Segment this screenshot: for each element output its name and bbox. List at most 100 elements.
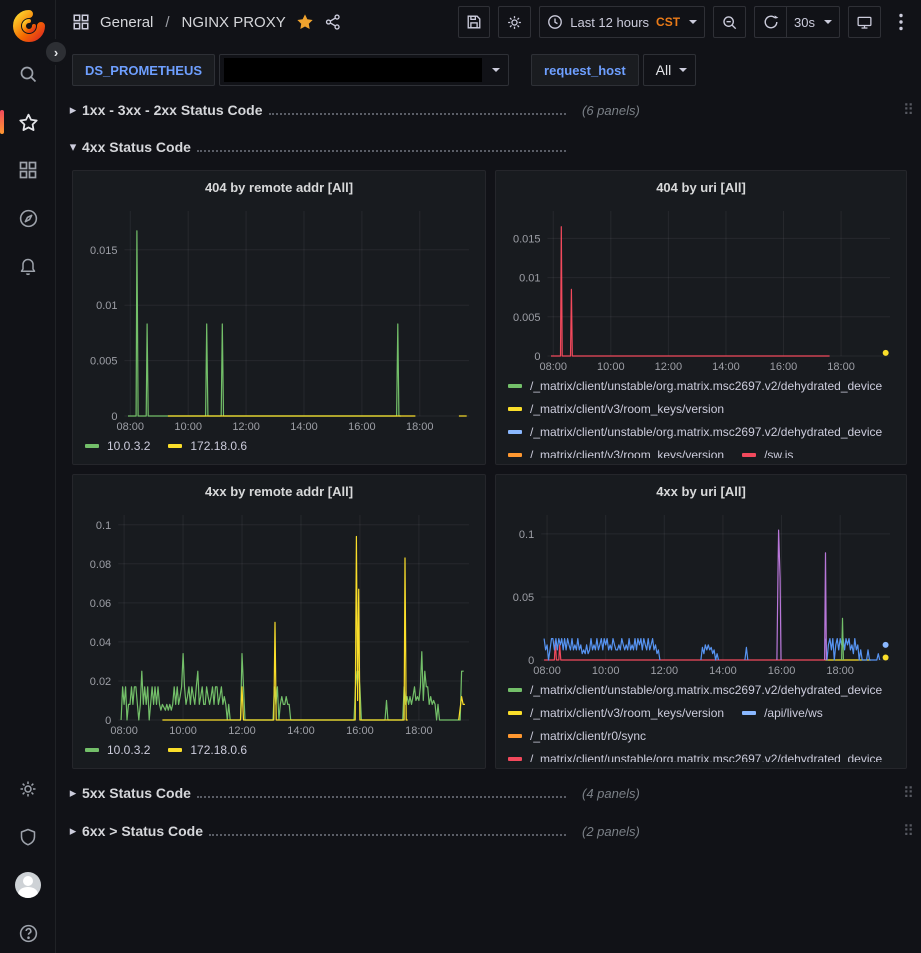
legend-item[interactable]: /api/live/ws [742,706,823,720]
svg-text:0.015: 0.015 [90,245,118,257]
panel-title[interactable]: 4xx by uri [All] [504,481,898,505]
svg-text:16:00: 16:00 [348,421,376,433]
legend-swatch [508,384,522,388]
chevron-right-icon: ▸ [64,785,82,801]
row-dotted-leader [209,834,566,836]
time-range-picker[interactable]: Last 12 hours CST [539,6,705,38]
chevron-right-icon: ▸ [64,823,82,839]
svg-text:0.04: 0.04 [90,637,111,649]
request-host-variable-select[interactable]: All [643,54,697,86]
svg-text:10:00: 10:00 [597,361,625,373]
sidebar: › [0,0,56,953]
starred-icon[interactable] [8,108,48,136]
svg-text:18:00: 18:00 [406,421,434,433]
row-header-6xx[interactable]: ▸ 6xx > Status Code (2 panels) ⠿ [64,817,913,845]
legend-item[interactable]: 10.0.3.2 [85,743,150,757]
legend-swatch [508,757,522,761]
svg-text:14:00: 14:00 [287,725,315,737]
save-dashboard-button[interactable] [458,6,490,38]
row-drag-handle[interactable]: ⠿ [903,822,913,840]
svg-text:08:00: 08:00 [533,665,561,677]
time-series-chart[interactable]: 08:0010:0012:0014:0016:0018:0000.0050.01… [81,201,477,434]
legend-item[interactable]: 10.0.3.2 [85,439,150,453]
legend-item[interactable]: /_matrix/client/unstable/org.matrix.msc2… [508,379,882,393]
panel-title[interactable]: 4xx by remote addr [All] [81,481,477,505]
legend-item[interactable]: 172.18.0.6 [168,439,247,453]
time-series-chart[interactable]: 08:0010:0012:0014:0016:0018:0000.020.040… [81,505,477,738]
request-host-variable-label[interactable]: request_host [531,54,639,86]
alerting-bell-icon[interactable] [8,252,48,280]
dashboard-settings-button[interactable] [498,6,531,38]
chevron-down-icon [679,68,687,72]
row-drag-handle[interactable]: ⠿ [903,784,913,802]
legend-label: 10.0.3.2 [107,439,150,453]
row-panel-count: (2 panels) [582,824,640,839]
favorite-star-icon[interactable] [296,13,314,31]
legend-item[interactable]: 172.18.0.6 [168,743,247,757]
tv-mode-button[interactable] [848,6,881,38]
server-admin-shield-icon[interactable] [8,823,48,851]
svg-text:0.08: 0.08 [90,559,111,571]
legend-label: /_matrix/client/unstable/org.matrix.msc2… [530,752,882,763]
legend-item[interactable]: /_matrix/client/v3/room_keys/version [508,706,724,720]
svg-text:14:00: 14:00 [712,361,740,373]
sidebar-expand-button[interactable]: › [43,39,69,65]
svg-text:0.02: 0.02 [90,676,111,688]
zoom-out-time-button[interactable] [713,6,746,38]
row-header-1xx-3xx-2xx[interactable]: ▸ 1xx - 3xx - 2xx Status Code (6 panels)… [64,96,913,124]
zoom-out-icon [721,14,738,31]
time-series-chart[interactable]: 08:0010:0012:0014:0016:0018:0000.0050.01… [504,201,898,374]
share-icon[interactable] [324,13,342,31]
legend-label: 10.0.3.2 [107,743,150,757]
svg-text:0: 0 [111,411,117,423]
legend-item[interactable]: /_matrix/client/v3/room_keys/version [508,402,724,416]
legend-item[interactable]: /_matrix/client/unstable/org.matrix.msc2… [508,683,882,697]
configuration-gear-icon[interactable] [8,775,48,803]
legend-item[interactable]: /_matrix/client/v3/room_keys/version [508,448,724,459]
legend-item[interactable]: /_matrix/client/unstable/org.matrix.msc2… [508,425,882,439]
time-series-chart[interactable]: 08:0010:0012:0014:0016:0018:0000.050.1 [504,505,898,678]
breadcrumb-section[interactable]: General [100,14,153,31]
profile-avatar[interactable] [8,871,48,899]
row-dotted-leader [197,796,566,798]
panel-title[interactable]: 404 by remote addr [All] [81,177,477,201]
panel-title[interactable]: 404 by uri [All] [504,177,898,201]
datasource-variable-select[interactable] [219,54,509,86]
svg-text:18:00: 18:00 [827,361,855,373]
legend-swatch [168,444,182,448]
row-dotted-leader [197,150,566,152]
chevron-down-icon [824,20,832,24]
explore-compass-icon[interactable] [8,204,48,232]
kebab-menu-icon[interactable] [889,6,913,38]
svg-text:10:00: 10:00 [169,725,197,737]
refresh-interval-picker[interactable]: 30s [786,6,840,38]
request-host-value: All [648,62,678,78]
legend-swatch [742,711,756,715]
legend-label: /_matrix/client/v3/room_keys/version [530,448,724,459]
legend-item[interactable]: /_matrix/client/r0/sync [508,729,646,743]
panel-404-by-uri: 404 by uri [All] 08:0010:0012:0014:0016:… [495,170,907,465]
svg-text:0.06: 0.06 [90,598,111,610]
search-icon[interactable] [8,60,48,88]
save-icon [466,14,482,30]
row-header-4xx[interactable]: ▾ 4xx Status Code [64,133,913,161]
datasource-variable-label[interactable]: DS_PROMETHEUS [72,54,215,86]
apps-grid-icon[interactable] [72,13,90,31]
svg-text:0.1: 0.1 [519,529,534,541]
dashboards-icon[interactable] [8,156,48,184]
legend-item[interactable]: /_matrix/client/unstable/org.matrix.msc2… [508,752,882,763]
row-header-5xx[interactable]: ▸ 5xx Status Code (4 panels) ⠿ [64,779,913,807]
svg-text:16:00: 16:00 [768,665,796,677]
svg-text:0.005: 0.005 [90,356,118,368]
legend-swatch [85,444,99,448]
refresh-button[interactable] [754,6,786,38]
grafana-logo[interactable] [13,10,45,42]
row-drag-handle[interactable]: ⠿ [903,101,913,119]
row-title: 5xx Status Code [82,785,191,801]
svg-text:12:00: 12:00 [232,421,260,433]
chevron-down-icon [689,20,697,24]
legend-item[interactable]: /sw.js [742,448,793,459]
help-icon[interactable] [8,919,48,947]
legend-label: 172.18.0.6 [190,743,247,757]
legend-label: /_matrix/client/r0/sync [530,729,646,743]
